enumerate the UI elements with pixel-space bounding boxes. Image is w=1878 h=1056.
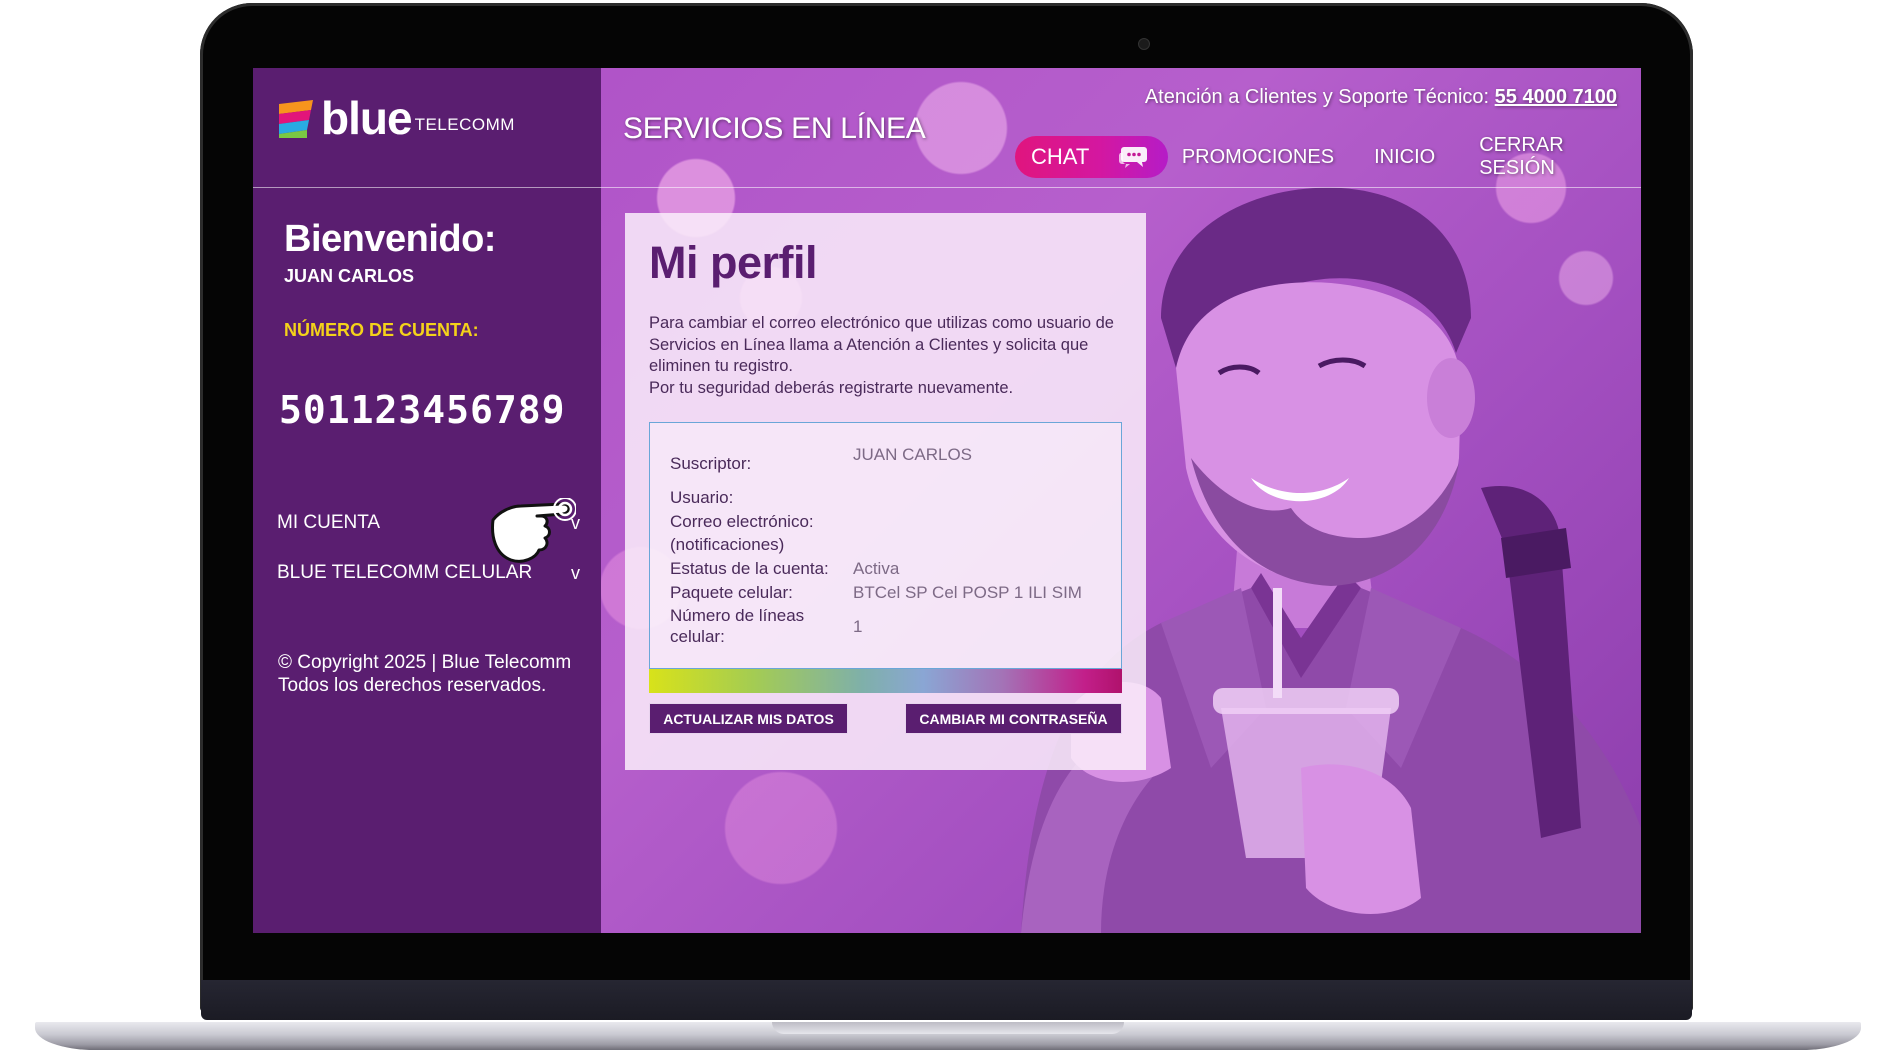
- paquete-label: Paquete celular:: [670, 583, 793, 602]
- usuario-label: Usuario:: [670, 488, 734, 507]
- lineas-label: Número de líneas: [670, 606, 805, 625]
- page-title: Mi perfil: [649, 237, 818, 288]
- chevron-down-icon[interactable]: v: [571, 563, 580, 584]
- menu-item-mi-cuenta[interactable]: MI CUENTA: [277, 512, 380, 534]
- suscriptor-label: Suscriptor:: [670, 454, 752, 473]
- logo-mark-icon: [279, 100, 313, 138]
- change-password-button[interactable]: CAMBIAR MI CONTRASEÑA: [905, 703, 1122, 734]
- estatus-label: Estatus de la cuenta:: [670, 559, 829, 578]
- suscriptor-value: JUAN CARLOS: [853, 445, 973, 464]
- nav-cerrar-sesion[interactable]: CERRAR SESIÓN: [1479, 134, 1641, 180]
- correo-label: Correo electrónico:: [670, 512, 814, 531]
- profile-card: Mi perfil Para cambiar el correo electró…: [625, 213, 1146, 770]
- copyright-line-2: Todos los derechos reservados.: [278, 675, 547, 696]
- chat-button[interactable]: CHAT: [1015, 136, 1168, 178]
- decorative-gradient-bar: [649, 669, 1122, 693]
- support-phone-link[interactable]: 55 4000 7100: [1495, 86, 1617, 108]
- lineas-value: 1: [853, 617, 863, 636]
- user-name: JUAN CARLOS: [284, 266, 415, 286]
- chat-label: CHAT: [1031, 144, 1090, 169]
- copyright: © Copyright 2025 | Blue Telecomm Todos l…: [278, 651, 571, 697]
- profile-description: Para cambiar el correo electrónico que u…: [649, 313, 1129, 399]
- pointing-hand-icon: [491, 498, 576, 563]
- support-label: Atención a Clientes y Soporte Técnico:: [1144, 86, 1490, 108]
- correo-label-2: (notificaciones): [670, 535, 785, 554]
- laptop-notch: [772, 1022, 1124, 1034]
- brand-logo[interactable]: blue TELECOMM: [277, 92, 515, 144]
- profile-info-box: Suscriptor: JUAN CARLOS Usuario: Correo …: [649, 422, 1122, 669]
- nav-inicio[interactable]: INICIO: [1374, 146, 1435, 169]
- account-number: 501123456789: [279, 388, 566, 432]
- description-text: Para cambiar el correo electrónico que u…: [649, 314, 1114, 375]
- menu-item-blue-telecomm-celular[interactable]: BLUE TELECOMM CELULAR: [277, 562, 532, 584]
- update-data-button[interactable]: ACTUALIZAR MIS DATOS: [649, 703, 848, 734]
- account-number-label: NÚMERO DE CUENTA:: [284, 320, 479, 340]
- header-divider: [253, 187, 1641, 188]
- screen: blue TELECOMM SERVICIOS EN LÍNEA Atenció…: [253, 68, 1641, 933]
- description-text-2: Por tu seguridad deberás registrarte nue…: [649, 378, 1014, 397]
- laptop-chin: [201, 980, 1692, 1020]
- logo-sub-text: TELECOMM: [414, 115, 515, 134]
- support-info: Atención a Clientes y Soporte Técnico: 5…: [1145, 86, 1617, 109]
- lineas-label-2: celular:: [670, 627, 725, 646]
- logo-brand-text: blue: [321, 92, 413, 144]
- site-title: SERVICIOS EN LÍNEA: [623, 112, 926, 145]
- copyright-line-1: © Copyright 2025 | Blue Telecomm: [278, 652, 572, 673]
- nav-promociones[interactable]: PROMOCIONES: [1182, 146, 1334, 169]
- chat-bubble-icon: [1118, 147, 1147, 168]
- estatus-value: Activa: [853, 559, 900, 578]
- top-nav: CHAT PROMOCIONES INICIO CERRAR SESIÓN: [1015, 134, 1641, 180]
- paquete-value: BTCel SP Cel POSP 1 ILI SIM: [853, 583, 1082, 602]
- camera-dot: [1138, 38, 1150, 50]
- welcome-heading: Bienvenido:: [284, 218, 496, 260]
